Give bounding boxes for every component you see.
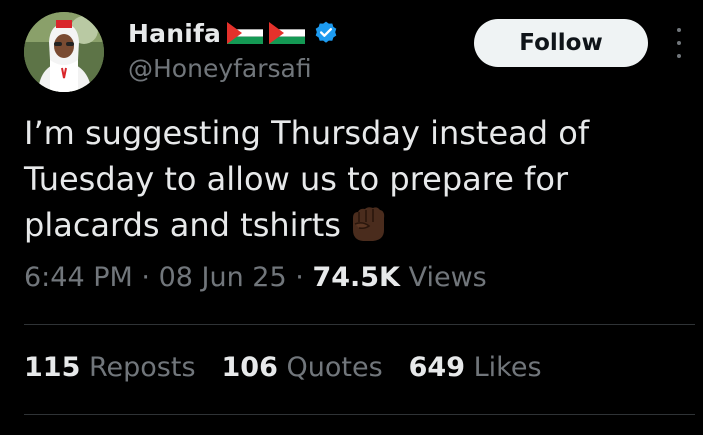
dot <box>677 54 681 58</box>
follow-button[interactable]: Follow <box>474 19 648 67</box>
engagement-stats: 115 Reposts 106 Quotes 649 Likes <box>24 352 568 383</box>
tweet-text: I’m suggesting Thursday instead of Tuesd… <box>24 114 590 244</box>
tweet-date[interactable]: 08 Jun 25 <box>159 262 287 293</box>
dot <box>677 28 681 32</box>
divider <box>24 414 695 415</box>
quotes-stat[interactable]: 106 Quotes <box>222 352 383 383</box>
likes-stat[interactable]: 649 Likes <box>409 352 542 383</box>
author-name-row[interactable]: Hanifa <box>128 16 339 50</box>
tweet-time[interactable]: 6:44 PM <box>24 262 133 293</box>
meta-separator: · <box>295 262 304 293</box>
views-label: Views <box>408 262 487 293</box>
divider <box>24 324 695 325</box>
quotes-label: Quotes <box>286 352 383 383</box>
display-name[interactable]: Hanifa <box>128 19 221 48</box>
likes-label: Likes <box>473 352 542 383</box>
palestine-flag-icon <box>227 22 264 44</box>
tweet-body: I’m suggesting Thursday instead of Tuesd… <box>24 110 664 248</box>
meta-separator: · <box>141 262 150 293</box>
verified-badge-icon[interactable] <box>313 20 339 46</box>
tweet-meta: 6:44 PM · 08 Jun 25 · 74.5K Views <box>24 262 487 293</box>
likes-count: 649 <box>408 352 466 383</box>
more-options-icon[interactable] <box>668 28 690 58</box>
reposts-count: 115 <box>24 352 81 383</box>
reposts-label: Reposts <box>88 352 196 383</box>
raised-fist-emoji-icon <box>345 204 389 244</box>
author-handle[interactable]: @Honeyfarsafi <box>128 54 312 83</box>
avatar[interactable] <box>24 12 104 92</box>
views-count: 74.5K <box>312 262 400 293</box>
quotes-count: 106 <box>221 352 278 383</box>
reposts-stat[interactable]: 115 Reposts <box>24 352 196 383</box>
dot <box>677 41 681 45</box>
palestine-flag-icon <box>269 22 306 44</box>
